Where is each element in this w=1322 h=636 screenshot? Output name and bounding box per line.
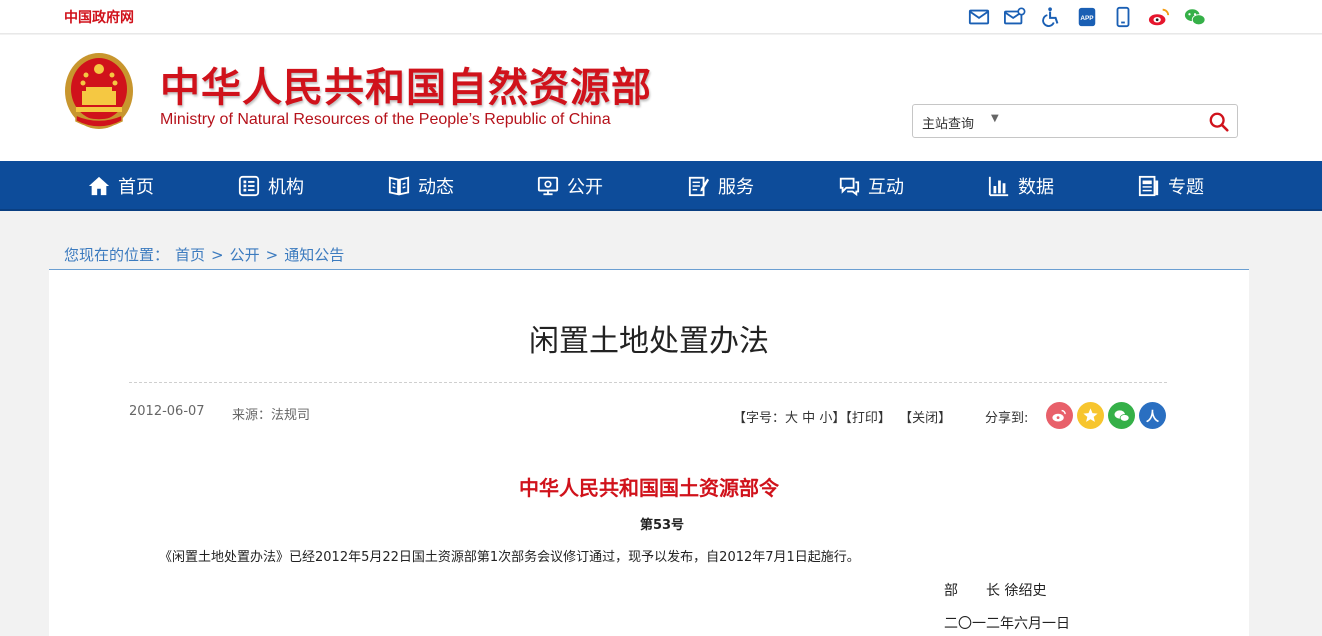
home-icon xyxy=(88,176,110,196)
breadcrumb-home[interactable]: 首页 xyxy=(175,246,205,264)
interaction-icon xyxy=(839,177,860,197)
article-tools: 【字号：大 中 小】【打印】 【关闭】 xyxy=(733,407,951,426)
breadcrumb-prefix: 您现在的位置： xyxy=(64,246,170,264)
app-icon-label: APP xyxy=(1080,15,1094,22)
search-input[interactable] xyxy=(1009,110,1197,132)
news-icon xyxy=(388,176,410,196)
topic-icon xyxy=(1138,175,1159,197)
top-icon-group: APP xyxy=(966,4,1218,30)
article-body-paragraph: 《闲置土地处置办法》已经2012年5月22日国土资源部第1次部务会议修订通过，现… xyxy=(159,550,860,565)
gov-portal-link[interactable]: 中国政府网 xyxy=(64,7,134,27)
article-source: 来源：法规司 xyxy=(232,408,311,423)
org-icon xyxy=(238,175,260,197)
nav-item-label: 机构 xyxy=(268,177,304,198)
breadcrumb-separator: > xyxy=(265,246,279,264)
signature-date: 二〇一二年六月一日 xyxy=(944,616,1070,632)
share-label: 分享到: xyxy=(985,411,1029,426)
data-icon xyxy=(988,176,1009,197)
nav-item-label: 数据 xyxy=(1018,177,1054,198)
nav-item-label: 专题 xyxy=(1168,177,1204,198)
app-icon[interactable]: APP xyxy=(1074,4,1100,30)
share-favorite-icon[interactable] xyxy=(1077,402,1104,429)
breadcrumb-separator: > xyxy=(211,246,224,264)
share-icon-group: 人 xyxy=(1046,402,1170,429)
nav-item-news[interactable]: 动态 xyxy=(388,161,454,211)
close-button[interactable]: 【关闭】 xyxy=(899,411,951,426)
article-title: 闲置土地处置办法 xyxy=(529,324,769,359)
nav-item-data[interactable]: 数据 xyxy=(988,161,1054,211)
order-title: 中华人民共和国国土资源部令 xyxy=(519,476,779,500)
share-weibo-icon[interactable] xyxy=(1046,402,1073,429)
font-size-label: 【字号： xyxy=(733,411,786,426)
font-size-medium-button[interactable]: 中 xyxy=(802,411,815,426)
site-subtitle: Ministry of Natural Resources of the Peo… xyxy=(160,111,611,128)
nav-item-disclosure[interactable]: 公开 xyxy=(537,161,603,211)
breadcrumb-bar: 您现在的位置： 首页 > 公开 > 通知公告 xyxy=(49,228,1249,270)
service-icon xyxy=(688,176,710,197)
site-search: 主站查询 ▼ xyxy=(912,104,1238,138)
wechat-icon[interactable] xyxy=(1182,4,1208,30)
order-number: 第53号 xyxy=(639,518,685,533)
nav-item-label: 互动 xyxy=(868,177,904,198)
signature: 部 长 徐绍史 xyxy=(944,583,1047,599)
font-size-small-button[interactable]: 小 xyxy=(819,411,832,426)
nav-item-home[interactable]: 首页 xyxy=(88,161,154,211)
search-scope-select[interactable]: 主站查询 xyxy=(922,113,974,132)
nav-item-label: 服务 xyxy=(718,177,754,198)
site-header: 中华人民共和国自然资源部 Ministry of Natural Resourc… xyxy=(0,35,1322,161)
mail-icon[interactable] xyxy=(966,4,992,30)
nav-item-topic[interactable]: 专题 xyxy=(1138,161,1204,211)
nav-item-org[interactable]: 机构 xyxy=(238,161,304,211)
nav-item-label: 公开 xyxy=(567,177,603,198)
site-title: 中华人民共和国自然资源部 xyxy=(160,65,652,111)
nav-item-label: 动态 xyxy=(418,177,454,198)
mail-settings-icon[interactable] xyxy=(1002,4,1028,30)
top-bar: 中国政府网 APP xyxy=(0,0,1322,34)
mobile-icon[interactable] xyxy=(1110,4,1136,30)
share-renren-icon[interactable]: 人 xyxy=(1139,402,1166,429)
breadcrumb-notices[interactable]: 通知公告 xyxy=(284,246,344,264)
font-size-large-button[interactable]: 大 xyxy=(785,411,798,426)
search-button[interactable] xyxy=(1206,109,1232,135)
search-icon xyxy=(1209,112,1229,132)
breadcrumb: 您现在的位置： 首页 > 公开 > 通知公告 xyxy=(64,244,350,265)
main-nav: 首页 机构 动态 公开 服务 互动 数据 专题 xyxy=(0,161,1322,211)
disclosure-icon xyxy=(537,176,559,196)
nav-item-service[interactable]: 服务 xyxy=(688,161,754,211)
article-container: 您现在的位置： 首页 > 公开 > 通知公告 闲置土地处置办法 2012-06-07 来源… xyxy=(49,228,1249,636)
chevron-down-icon[interactable]: ▼ xyxy=(991,113,999,124)
title-divider xyxy=(129,382,1167,383)
weibo-icon[interactable] xyxy=(1146,4,1172,30)
national-emblem-logo xyxy=(62,51,136,137)
share-wechat-icon[interactable] xyxy=(1108,402,1135,429)
font-size-label-end: 】 xyxy=(832,411,846,426)
nav-item-label: 首页 xyxy=(118,177,154,198)
accessibility-icon[interactable] xyxy=(1038,4,1064,30)
print-button[interactable]: 【打印】 xyxy=(845,411,891,426)
publish-date: 2012-06-07 xyxy=(129,404,205,419)
breadcrumb-disclosure[interactable]: 公开 xyxy=(230,246,260,264)
nav-item-interaction[interactable]: 互动 xyxy=(838,161,904,211)
